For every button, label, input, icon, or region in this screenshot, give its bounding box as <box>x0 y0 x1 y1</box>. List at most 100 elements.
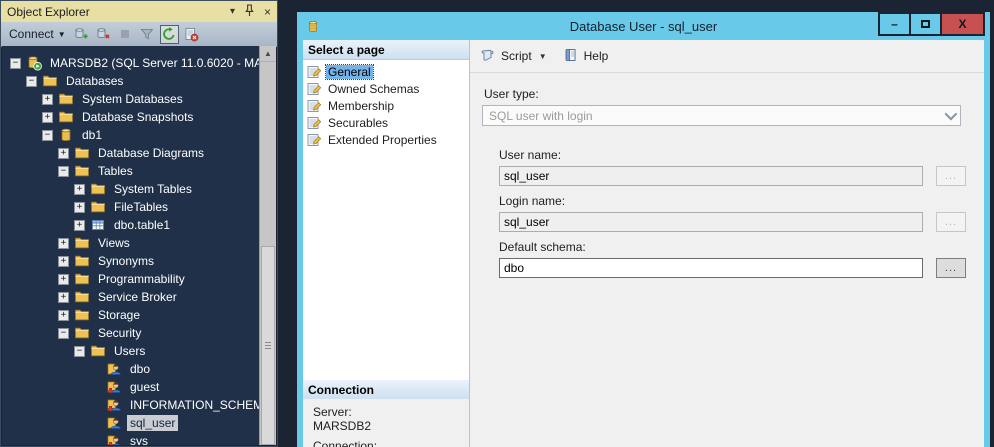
expand-icon[interactable]: + <box>74 202 85 213</box>
expand-icon[interactable]: + <box>74 184 85 195</box>
tree-row[interactable]: +System Tables <box>2 180 260 198</box>
tree-row[interactable]: +Synonyms <box>2 252 260 270</box>
expand-icon[interactable]: + <box>58 310 69 321</box>
tree-row[interactable]: − Security <box>2 324 260 342</box>
tree-row[interactable]: guest <box>2 378 260 396</box>
expand-icon[interactable]: + <box>58 238 69 249</box>
chevron-down-icon <box>945 108 958 121</box>
folder-icon <box>74 145 90 161</box>
tree-node-label: Security <box>95 325 144 341</box>
tree-node-label: Database Snapshots <box>79 109 196 125</box>
table-icon <box>90 217 106 233</box>
object-explorer-toolbar: Connect ▼ <box>1 22 277 47</box>
tree-row[interactable]: +Database Diagrams <box>2 144 260 162</box>
tree-node-label: Storage <box>95 307 143 323</box>
page-item-owned-schemas[interactable]: Owned Schemas <box>306 80 469 97</box>
expand-icon[interactable]: + <box>58 148 69 159</box>
collapse-icon[interactable]: − <box>10 58 21 69</box>
tree-node-label: Service Broker <box>95 289 180 305</box>
scrollbar-thumb[interactable] <box>261 246 275 445</box>
maximize-button[interactable] <box>909 12 942 36</box>
folder-icon <box>58 91 74 107</box>
page-item-membership[interactable]: Membership <box>306 97 469 114</box>
tree-row[interactable]: + Database Snapshots <box>2 108 260 126</box>
tree-row[interactable]: +dbo.table1 <box>2 216 260 234</box>
collapse-icon[interactable]: − <box>26 76 37 87</box>
script-error-icon[interactable] <box>182 25 201 44</box>
page-item-extended-properties[interactable]: Extended Properties <box>306 131 469 148</box>
scroll-up-icon[interactable]: ▲ <box>260 46 276 62</box>
dialog-titlebar[interactable]: Database User - sql_user – X <box>297 12 990 40</box>
disconnect-database-icon[interactable] <box>94 25 113 44</box>
user-type-label: User type: <box>484 87 984 101</box>
expand-icon[interactable]: + <box>42 94 53 105</box>
tree-row[interactable]: − MARSDB2 (SQL Server 11.0.6020 - MARSD <box>2 54 260 72</box>
tree-row[interactable]: sql_user <box>2 414 260 432</box>
expand-icon[interactable]: + <box>58 274 69 285</box>
page-item-label: Extended Properties <box>326 133 439 147</box>
pin-icon[interactable] <box>244 4 255 20</box>
filter-icon[interactable] <box>138 25 157 44</box>
tree-row[interactable]: sys <box>2 432 260 445</box>
folder-icon <box>74 253 90 269</box>
minimize-button[interactable]: – <box>878 12 911 36</box>
tree-row[interactable]: −Databases <box>2 72 260 90</box>
tree-row[interactable]: INFORMATION_SCHEMA <box>2 396 260 414</box>
chevron-down-icon[interactable]: ▾ <box>230 7 235 17</box>
tree-row[interactable]: + Storage <box>2 306 260 324</box>
tree-node-label: System Databases <box>79 91 186 107</box>
object-explorer-titlebar[interactable]: Object Explorer ▾ × <box>1 1 277 22</box>
tree-node-label: Users <box>111 343 148 359</box>
tree-row[interactable]: +FileTables <box>2 198 260 216</box>
page-item-label: General <box>326 65 373 79</box>
tree-row[interactable]: dbo <box>2 360 260 378</box>
expand-icon[interactable]: + <box>58 292 69 303</box>
page-list: GeneralOwned SchemasMembershipSecurables… <box>303 60 469 148</box>
collapse-icon[interactable]: − <box>58 328 69 339</box>
collapse-icon[interactable]: − <box>74 346 85 357</box>
script-button[interactable]: Script ▼ <box>480 47 547 66</box>
tree-row[interactable]: + System Databases <box>2 90 260 108</box>
login-name-field[interactable]: sql_user <box>499 212 923 232</box>
general-page-form: User type: SQL user with login User name… <box>470 87 984 278</box>
close-button[interactable]: X <box>940 12 985 36</box>
tree-node-label: MARSDB2 (SQL Server 11.0.6020 - MARSD <box>47 55 260 71</box>
tree-row[interactable]: − db1 <box>2 126 260 144</box>
database-user-dialog: Database User - sql_user – X Select a pa… <box>297 12 990 447</box>
default-schema-browse-button[interactable]: ... <box>936 258 966 278</box>
collapse-icon[interactable]: − <box>42 130 53 141</box>
tree-scrollbar[interactable]: ▲ <box>259 46 276 445</box>
user-deny-icon <box>106 433 122 445</box>
user-name-field[interactable]: sql_user <box>499 166 923 186</box>
tree-row[interactable]: −Tables <box>2 162 260 180</box>
collapse-icon[interactable]: − <box>58 166 69 177</box>
page-item-securables[interactable]: Securables <box>306 114 469 131</box>
stop-icon[interactable] <box>116 25 135 44</box>
tree-row[interactable]: +Programmability <box>2 270 260 288</box>
tree-node-label: db1 <box>79 127 105 143</box>
chevron-down-icon[interactable]: ▼ <box>539 52 547 61</box>
folder-icon <box>74 271 90 287</box>
refresh-icon[interactable] <box>160 25 179 44</box>
login-name-browse-button[interactable]: ... <box>936 212 966 232</box>
page-item-general[interactable]: General <box>306 63 469 80</box>
folder-icon <box>74 235 90 251</box>
tree-row[interactable]: + Views <box>2 234 260 252</box>
help-button[interactable]: Help <box>563 47 609 66</box>
connect-button[interactable]: Connect ▼ <box>6 26 69 42</box>
expand-icon[interactable]: + <box>58 256 69 267</box>
tree-node-label: sql_user <box>127 415 178 431</box>
user-type-combobox[interactable]: SQL user with login <box>482 105 961 126</box>
tree-row[interactable]: − Users <box>2 342 260 360</box>
expand-icon[interactable]: + <box>74 220 85 231</box>
tree-row[interactable]: + Service Broker <box>2 288 260 306</box>
connection-info: Server: MARSDB2 Connection: <box>303 399 469 447</box>
user-name-browse-button[interactable]: ... <box>936 166 966 186</box>
connect-database-icon[interactable] <box>72 25 91 44</box>
page-icon <box>306 98 322 114</box>
expand-icon[interactable]: + <box>42 112 53 123</box>
user-icon <box>106 415 122 431</box>
default-schema-field[interactable]: dbo <box>499 258 923 278</box>
tree-node-label: Views <box>95 235 133 251</box>
close-icon[interactable]: × <box>264 7 271 17</box>
